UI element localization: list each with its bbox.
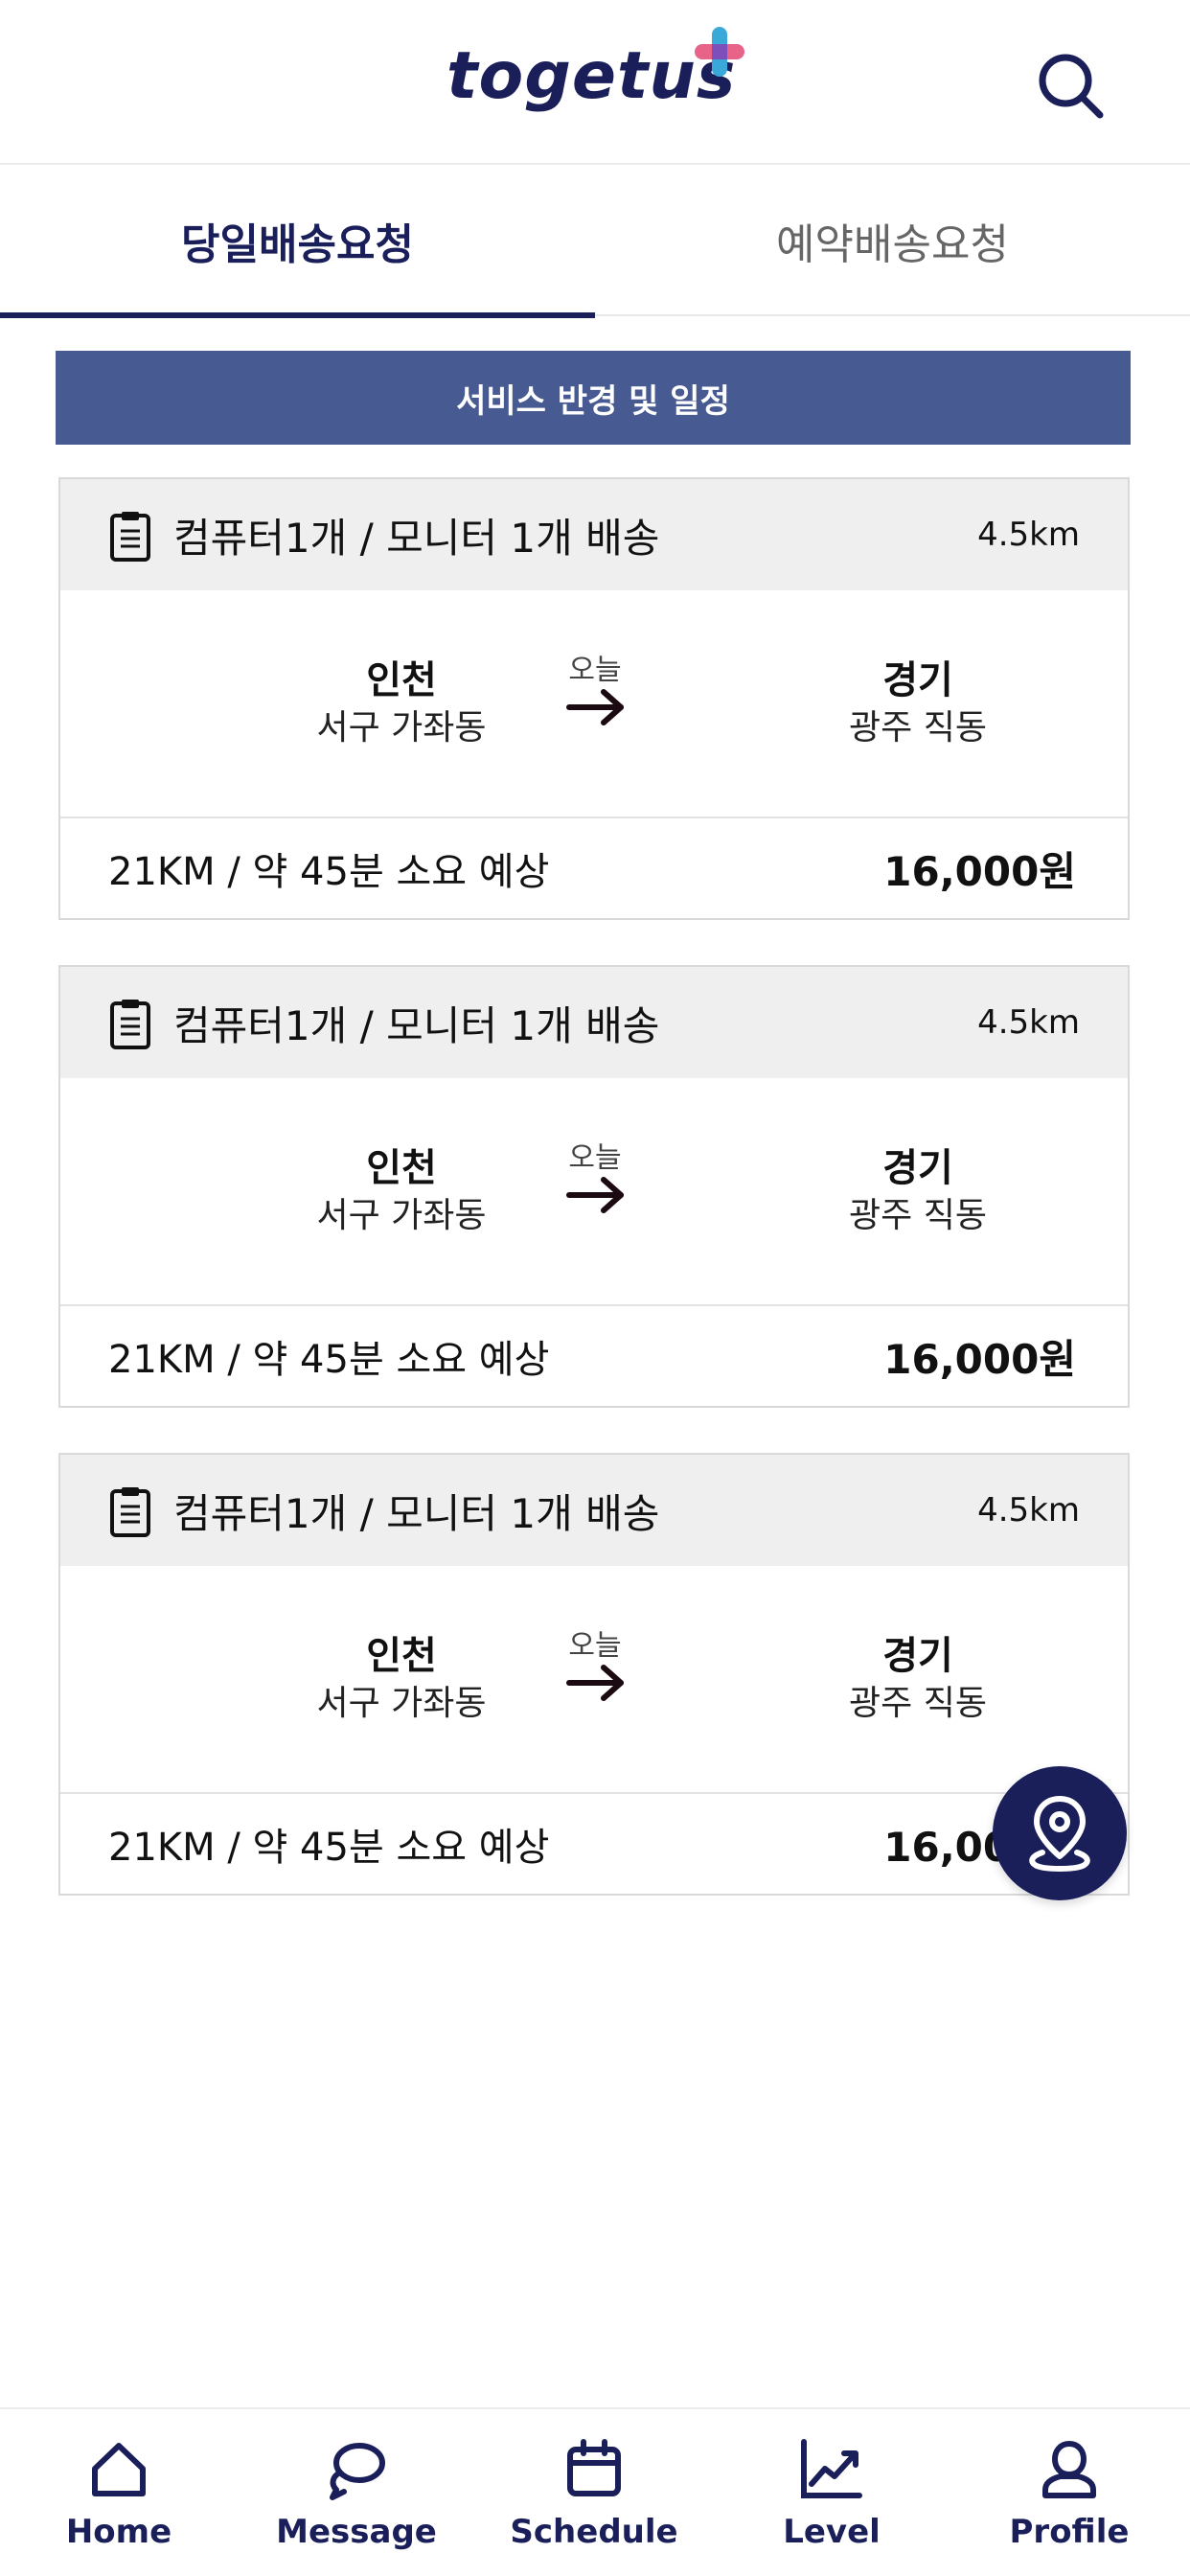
distance-time-estimate: 21KM / 약 45분 소요 예상 bbox=[108, 1338, 550, 1382]
origin: 인천서구 가좌동 bbox=[277, 1631, 526, 1727]
search-icon bbox=[1039, 54, 1104, 119]
delivery-request-card[interactable]: 컴퓨터1개 / 모니터 1개 배송 4.5km 인천서구 가좌동 오늘 경기광주 직동 2… bbox=[58, 965, 1130, 1408]
card-distance: 4.5km bbox=[977, 1491, 1080, 1530]
card-title: 컴퓨터1개 / 모니터 1개 배송 bbox=[173, 1001, 660, 1049]
destination: 경기광주 직동 bbox=[793, 656, 1042, 751]
origin-city: 인천 bbox=[366, 1146, 437, 1190]
nav-label: Level bbox=[783, 2513, 881, 2551]
route-info: 인천서구 가좌동 오늘 경기광주 직동 bbox=[60, 1078, 1128, 1304]
clipboard-icon bbox=[110, 1487, 150, 1537]
delivery-day: 오늘 bbox=[568, 1629, 622, 1663]
destination: 경기광주 직동 bbox=[793, 1631, 1042, 1727]
bottom-navigation: Home Message Schedule Level Profile bbox=[0, 2407, 1190, 2576]
origin-city: 인천 bbox=[366, 1634, 437, 1678]
nav-label: Message bbox=[276, 2513, 437, 2551]
destination-area: 광주 직동 bbox=[849, 1684, 987, 1723]
origin-area: 서구 가좌동 bbox=[316, 1196, 487, 1235]
card-footer: 21KM / 약 45분 소요 예상 16,000원 bbox=[60, 1792, 1128, 1894]
home-icon bbox=[92, 2443, 146, 2496]
app-header: togetus bbox=[0, 0, 1190, 165]
map-pin-icon bbox=[1029, 1796, 1090, 1872]
origin: 인천서구 가좌동 bbox=[277, 1143, 526, 1239]
card-footer: 21KM / 약 45분 소요 예상 16,000원 bbox=[60, 1304, 1128, 1406]
card-title: 컴퓨터1개 / 모니터 1개 배송 bbox=[173, 514, 660, 562]
destination-area: 광주 직동 bbox=[849, 708, 987, 748]
map-location-button[interactable] bbox=[993, 1766, 1127, 1900]
nav-item-profile[interactable]: Profile bbox=[950, 2409, 1188, 2576]
arrow-right-icon bbox=[566, 1665, 624, 1701]
clipboard-icon bbox=[110, 1000, 150, 1049]
card-header: 컴퓨터1개 / 모니터 1개 배송 4.5km bbox=[60, 1455, 1128, 1566]
message-icon bbox=[330, 2443, 385, 2500]
destination-city: 경기 bbox=[882, 1146, 953, 1190]
profile-icon bbox=[1042, 2440, 1096, 2498]
arrow-right-icon bbox=[566, 1177, 624, 1213]
card-footer: 21KM / 약 45분 소요 예상 16,000원 bbox=[60, 816, 1128, 918]
nav-item-message[interactable]: Message bbox=[238, 2409, 475, 2576]
origin-city: 인천 bbox=[366, 658, 437, 702]
origin: 인천서구 가좌동 bbox=[277, 656, 526, 751]
route-info: 인천서구 가좌동 오늘 경기광주 직동 bbox=[60, 590, 1128, 816]
delivery-request-card[interactable]: 컴퓨터1개 / 모니터 1개 배송 4.5km 인천서구 가좌동 오늘 경기광주 직동 2… bbox=[58, 1453, 1130, 1896]
delivery-day: 오늘 bbox=[568, 654, 622, 687]
nav-item-level[interactable]: Level bbox=[713, 2409, 950, 2576]
active-tab-indicator bbox=[0, 312, 595, 318]
destination-city: 경기 bbox=[882, 658, 953, 702]
search-button[interactable] bbox=[1033, 48, 1106, 121]
nav-item-schedule[interactable]: Schedule bbox=[475, 2409, 713, 2576]
calendar-icon bbox=[567, 2439, 621, 2496]
card-distance: 4.5km bbox=[977, 1003, 1080, 1042]
delivery-tabs: 당일배송요청 예약배송요청 bbox=[0, 165, 1190, 318]
card-title: 컴퓨터1개 / 모니터 1개 배송 bbox=[173, 1489, 660, 1537]
nav-item-home[interactable]: Home bbox=[0, 2409, 238, 2576]
togetus-logo[interactable]: togetus bbox=[446, 27, 753, 125]
distance-time-estimate: 21KM / 약 45분 소요 예상 bbox=[108, 850, 550, 894]
delivery-day: 오늘 bbox=[568, 1141, 622, 1175]
arrow-right-icon bbox=[566, 689, 624, 725]
clipboard-icon bbox=[110, 512, 150, 562]
tab-label: 당일배송요청 bbox=[181, 220, 414, 269]
tab-label: 예약배송요청 bbox=[776, 220, 1009, 269]
card-header: 컴퓨터1개 / 모니터 1개 배송 4.5km bbox=[60, 479, 1128, 590]
delivery-price: 16,000원 bbox=[883, 1335, 1076, 1383]
destination-city: 경기 bbox=[882, 1634, 953, 1678]
service-area-banner[interactable]: 서비스 반경 및 일정 bbox=[56, 351, 1131, 445]
delivery-request-card[interactable]: 컴퓨터1개 / 모니터 1개 배송 4.5km 인천서구 가좌동 오늘 경기광주 직동 2… bbox=[58, 477, 1130, 920]
destination: 경기광주 직동 bbox=[793, 1143, 1042, 1239]
tab-reserved-delivery[interactable]: 예약배송요청 bbox=[595, 165, 1190, 316]
tab-same-day-delivery[interactable]: 당일배송요청 bbox=[0, 165, 595, 318]
origin-area: 서구 가좌동 bbox=[316, 1684, 487, 1723]
card-header: 컴퓨터1개 / 모니터 1개 배송 4.5km bbox=[60, 967, 1128, 1078]
card-distance: 4.5km bbox=[977, 516, 1080, 554]
chart-line-icon bbox=[801, 2439, 862, 2498]
distance-time-estimate: 21KM / 약 45분 소요 예상 bbox=[108, 1826, 550, 1870]
nav-label: Home bbox=[65, 2513, 172, 2551]
logo-plus-icon bbox=[695, 27, 744, 77]
destination-area: 광주 직동 bbox=[849, 1196, 987, 1235]
route-info: 인천서구 가좌동 오늘 경기광주 직동 bbox=[60, 1566, 1128, 1792]
delivery-price: 16,000원 bbox=[883, 847, 1076, 895]
banner-label: 서비스 반경 및 일정 bbox=[456, 381, 730, 421]
nav-label: Profile bbox=[1009, 2513, 1130, 2551]
origin-area: 서구 가좌동 bbox=[316, 708, 487, 748]
nav-label: Schedule bbox=[510, 2513, 678, 2551]
